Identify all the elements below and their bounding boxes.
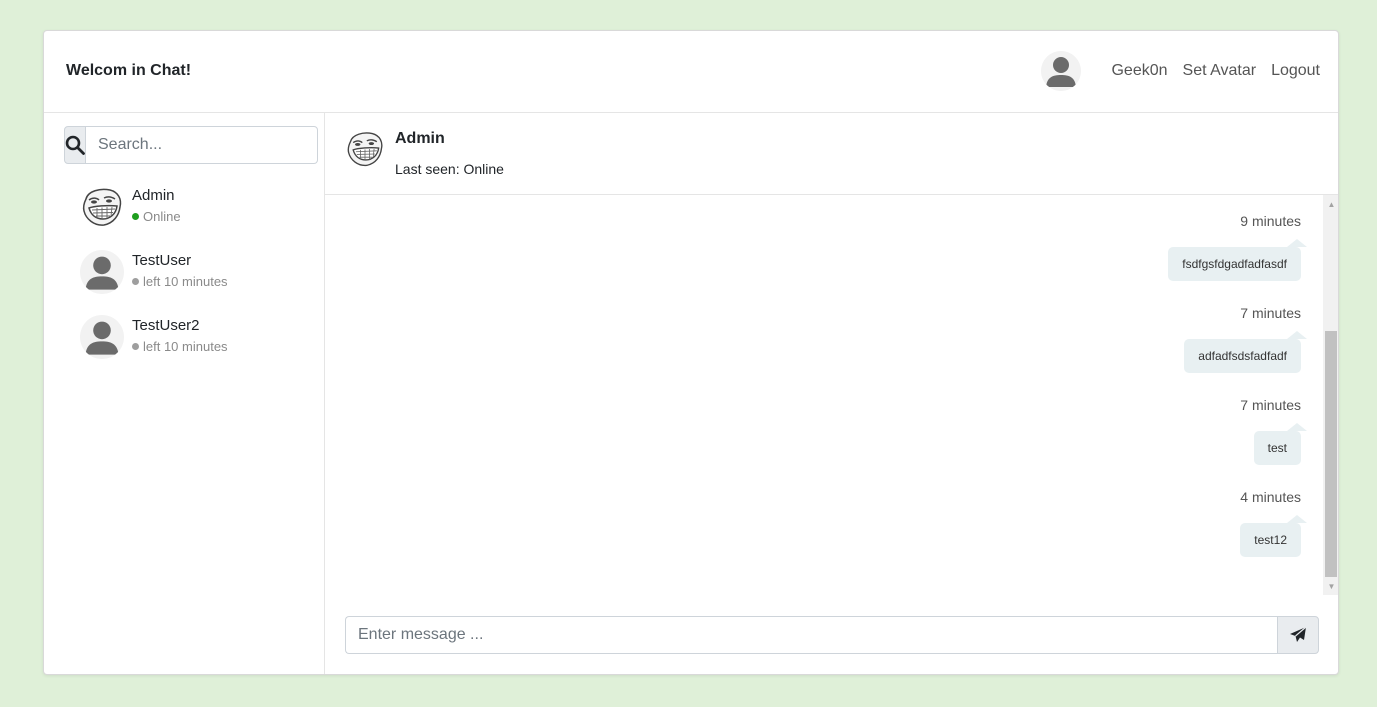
send-button[interactable] xyxy=(1277,616,1319,654)
user-status-text: Online xyxy=(143,209,181,224)
message-input[interactable] xyxy=(345,616,1277,654)
paper-plane-icon xyxy=(1290,626,1307,642)
user-status: Online xyxy=(132,209,181,224)
chat-header: Admin Last seen: Online xyxy=(325,113,1338,195)
user-status-text: left 10 minutes xyxy=(143,274,228,289)
default-user-icon xyxy=(80,315,124,359)
message-time: 9 minutes xyxy=(1240,213,1301,229)
user-status: left 10 minutes xyxy=(132,339,228,354)
default-user-icon xyxy=(80,250,124,294)
message: 7 minutes test xyxy=(1240,397,1308,465)
online-status-dot xyxy=(132,213,139,220)
message-scrollbar[interactable]: ▲ ▼ xyxy=(1323,195,1338,595)
search-icon xyxy=(65,135,85,155)
scrollbar-thumb[interactable] xyxy=(1325,331,1337,577)
message: 4 minutes test12 xyxy=(1240,489,1307,557)
message-time: 7 minutes xyxy=(1240,397,1301,413)
user-name: TestUser xyxy=(132,252,192,269)
offline-status-dot xyxy=(132,278,139,285)
troll-face-icon xyxy=(80,185,124,229)
app-title: Welcom in Chat! xyxy=(66,62,192,79)
scroll-down-arrow-icon[interactable]: ▼ xyxy=(1323,579,1338,593)
user-status-text: left 10 minutes xyxy=(143,339,228,354)
username-link[interactable]: Geek0n xyxy=(1111,62,1167,80)
troll-face-icon xyxy=(345,129,385,169)
message-bubble: fsdfgsfdgadfadfasdf xyxy=(1168,239,1307,281)
message-list: 9 minutes fsdfgsfdgadfadfasdf 7 minutes … xyxy=(325,195,1337,595)
message-time: 4 minutes xyxy=(1240,489,1301,505)
message-composer xyxy=(345,616,1319,654)
message-bubble: test xyxy=(1253,423,1308,465)
user-name: TestUser2 xyxy=(132,317,200,334)
message: 7 minutes adfadfsdsfadfadf xyxy=(1184,305,1307,373)
top-navbar: Welcom in Chat! Geek0n Set Avatar Logout xyxy=(44,31,1338,113)
user-list: Admin Online TestUser left 10 minutes Te… xyxy=(80,185,300,380)
scroll-up-arrow-icon[interactable]: ▲ xyxy=(1323,197,1338,211)
search-button[interactable] xyxy=(64,126,86,164)
user-menu: Geek0n Set Avatar Logout xyxy=(1041,51,1320,91)
set-avatar-link[interactable]: Set Avatar xyxy=(1183,62,1257,80)
message-time: 7 minutes xyxy=(1240,305,1301,321)
message: 9 minutes fsdfgsfdgadfadfasdf xyxy=(1168,213,1307,281)
offline-status-dot xyxy=(132,343,139,350)
message-bubble: test12 xyxy=(1240,515,1307,557)
search-bar xyxy=(64,126,318,164)
default-user-icon xyxy=(1041,51,1082,91)
user-list-item-admin[interactable]: Admin Online xyxy=(80,185,300,250)
user-list-item-testuser[interactable]: TestUser left 10 minutes xyxy=(80,250,300,315)
user-name: Admin xyxy=(132,187,175,204)
message-bubble: adfadfsdsfadfadf xyxy=(1184,331,1307,373)
user-list-item-testuser2[interactable]: TestUser2 left 10 minutes xyxy=(80,315,300,380)
chat-panel: Admin Last seen: Online 9 minutes fsdfgs… xyxy=(325,113,1338,674)
chat-contact-name: Admin xyxy=(395,130,445,147)
user-status: left 10 minutes xyxy=(132,274,228,289)
logout-link[interactable]: Logout xyxy=(1271,62,1320,80)
search-input[interactable] xyxy=(86,126,318,164)
chat-app-card: Welcom in Chat! Geek0n Set Avatar Logout xyxy=(43,30,1339,675)
sidebar: Admin Online TestUser left 10 xyxy=(44,113,325,674)
current-user-avatar[interactable] xyxy=(1041,51,1082,91)
chat-last-seen: Last seen: Online xyxy=(395,161,504,177)
